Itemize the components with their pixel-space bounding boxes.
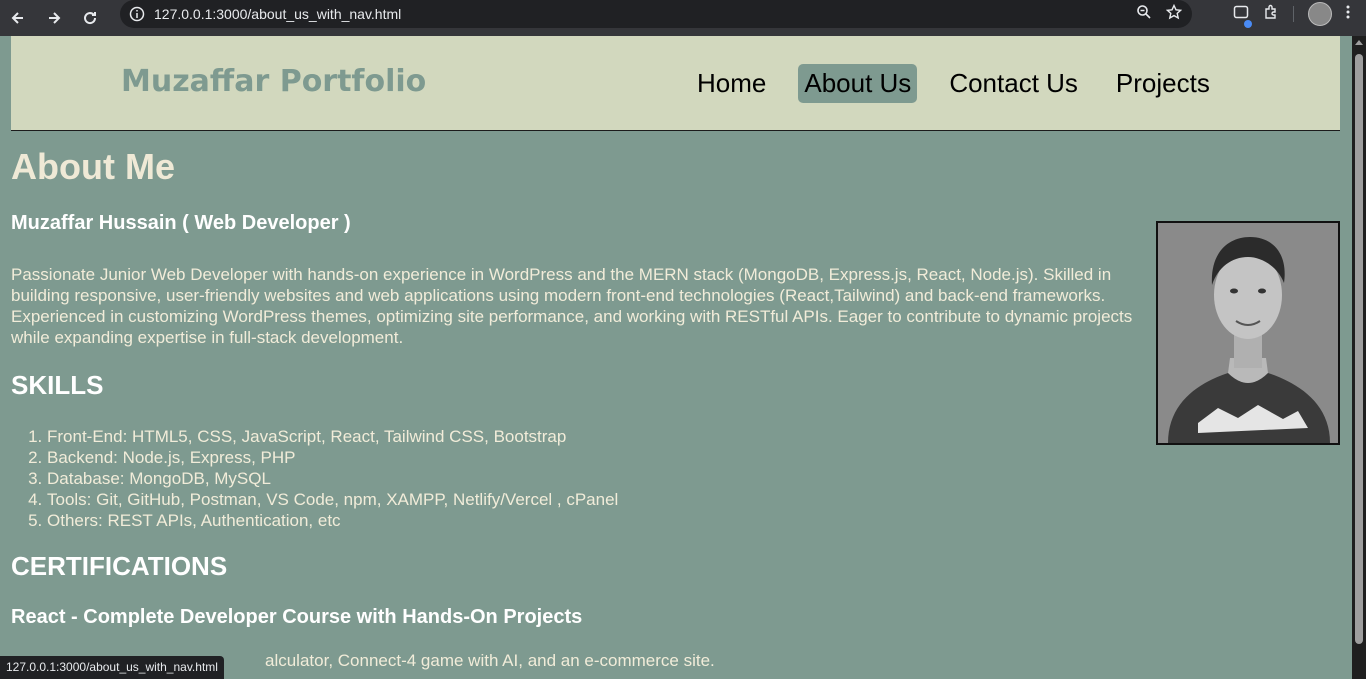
menu-kebab-icon[interactable] <box>1346 4 1350 25</box>
scrollbar-thumb[interactable] <box>1355 54 1363 644</box>
nav-home[interactable]: Home <box>691 64 772 103</box>
list-item: Backend: Node.js, Express, PHP <box>47 447 618 468</box>
nav-contact-us[interactable]: Contact Us <box>943 64 1084 103</box>
certifications-heading: CERTIFICATIONS <box>11 551 228 581</box>
nav-projects[interactable]: Projects <box>1110 64 1216 103</box>
zoom-icon[interactable] <box>1136 4 1152 25</box>
skills-list: Front-End: HTML5, CSS, JavaScript, React… <box>11 426 618 531</box>
forward-icon[interactable] <box>36 0 72 36</box>
about-content: About Me Muzaffar Hussain ( Web Develope… <box>11 146 1156 628</box>
bio-paragraph: Passionate Junior Web Developer with han… <box>11 265 1133 347</box>
list-item: Front-End: HTML5, CSS, JavaScript, React… <box>47 426 618 447</box>
course-description: alculator, Connect-4 game with AI, and a… <box>265 651 715 670</box>
page-title: About Me <box>11 146 175 187</box>
developer-name: Muzaffar Hussain ( Web Developer ) <box>11 212 351 234</box>
address-bar[interactable]: 127.0.0.1:3000/about_us_with_nav.html <box>120 0 1192 28</box>
address-url[interactable]: 127.0.0.1:3000/about_us_with_nav.html <box>154 6 401 22</box>
extensions-icon[interactable] <box>1263 4 1279 25</box>
site-logo[interactable]: Muzaffar Portfolio <box>121 64 426 99</box>
nav-about-us[interactable]: About Us <box>798 64 918 103</box>
toolbar-divider <box>1293 6 1294 22</box>
list-item: Tools: Git, GitHub, Postman, VS Code, np… <box>47 489 618 510</box>
vertical-scrollbar[interactable] <box>1352 36 1366 679</box>
course-title: React - Complete Developer Course with H… <box>11 606 583 628</box>
portrait-illustration <box>1158 223 1338 443</box>
site-info-icon[interactable] <box>120 6 154 22</box>
page-viewport: Muzaffar Portfolio Home About Us Contact… <box>0 36 1352 679</box>
bookmark-star-icon[interactable] <box>1165 3 1183 25</box>
site-navbar: Muzaffar Portfolio Home About Us Contact… <box>11 36 1340 131</box>
status-bar-url: 127.0.0.1:3000/about_us_with_nav.html <box>0 656 224 679</box>
scroll-up-icon[interactable] <box>1355 40 1363 45</box>
nav-menu: Home About Us Contact Us Projects <box>691 64 1242 103</box>
reload-icon[interactable] <box>72 0 108 36</box>
back-icon[interactable] <box>0 0 36 36</box>
list-item: Others: REST APIs, Authentication, etc <box>47 510 618 531</box>
profile-photo <box>1156 221 1340 445</box>
list-item: Database: MongoDB, MySQL <box>47 468 618 489</box>
skills-heading: SKILLS <box>11 370 104 400</box>
tab-search-icon[interactable] <box>1233 4 1252 28</box>
profile-avatar[interactable] <box>1308 2 1332 26</box>
browser-toolbar: 127.0.0.1:3000/about_us_with_nav.html <box>0 0 1366 36</box>
